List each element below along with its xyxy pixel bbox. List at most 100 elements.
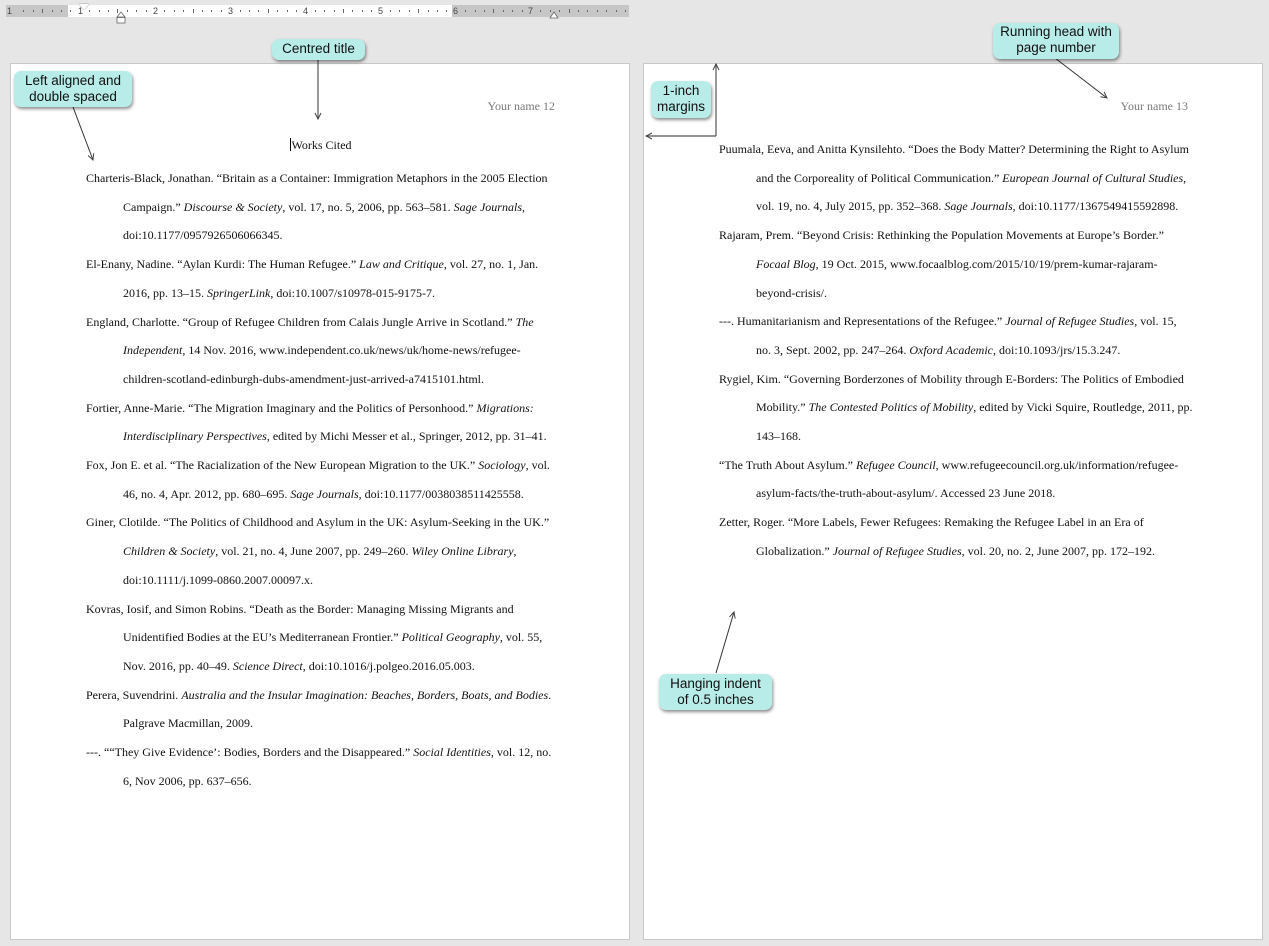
ruler-tick: [277, 10, 279, 12]
citation-italic-segment: Journal of Refugee Studies: [1005, 314, 1135, 329]
first-line-indent-marker[interactable]: [79, 4, 89, 10]
citation-italic-segment: Sage Journals: [453, 199, 522, 214]
ruler-tick: [296, 10, 297, 12]
ruler-tick: [427, 10, 429, 12]
citation-italic-segment: Journal of Refugee Studies: [832, 543, 962, 558]
ruler-tick: [587, 10, 589, 12]
citation-segment: Perera, Suvendrini.: [86, 687, 182, 702]
citation-entry: “The Truth About Asylum.” Refugee Counci…: [719, 451, 1193, 508]
ruler-number: 5: [378, 6, 384, 16]
callout-text: Running head with: [1000, 24, 1112, 39]
callout-text: Hanging indent: [670, 676, 761, 691]
citation-segment: , vol. 20, no. 2, June 2007, pp. 172–192…: [961, 543, 1155, 558]
citation-segment: , doi:10.1177/0038038511425558.: [358, 486, 524, 501]
citation-italic-segment: Discourse & Society: [183, 199, 283, 214]
callout-running-head: Running head with page number: [993, 23, 1119, 59]
ruler-tick: [625, 10, 626, 12]
citation-segment: “The Truth About Asylum.”: [719, 457, 857, 472]
callout-text: double spaced: [29, 89, 117, 104]
callout-text: Left aligned and: [24, 73, 122, 88]
ruler-tick: [615, 10, 617, 12]
ruler-tick: [484, 10, 485, 12]
citation-segment: , doi:10.1093/jrs/15.3.247.: [993, 342, 1121, 357]
ruler-left-margin: [6, 5, 68, 17]
ruler-tick: [211, 10, 213, 12]
ruler-tick: [51, 10, 53, 12]
ruler-tick: [352, 10, 354, 12]
citation-italic-segment: Australia and the Insular Imagination: B…: [181, 687, 549, 702]
ruler-tick: [408, 10, 410, 12]
citation-segment: ---. ““They Give Evidence’: Bodies, Bord…: [86, 745, 414, 760]
callout-text: margins: [657, 99, 706, 114]
ruler-tick: [314, 10, 316, 12]
ruler-tick: [521, 10, 523, 12]
ruler-tick: [98, 10, 100, 12]
ruler-tick: [540, 10, 542, 12]
citation-segment: , 19 Oct. 2015, www.focaalblog.com/2015/…: [756, 256, 1158, 300]
ruler-tick: [220, 10, 222, 12]
document-page-13[interactable]: Your name 13 Puumala, Eeva, and Anitta K…: [643, 63, 1263, 940]
citation-entry: Charteris-Black, Jonathan. “Britain as a…: [86, 164, 560, 250]
citation-italic-segment: Wiley Online Library: [411, 544, 514, 559]
ruler-tick: [23, 10, 25, 12]
horizontal-ruler[interactable]: 11234567: [6, 5, 629, 17]
ruler-tick: [371, 10, 373, 12]
ruler-tick: [502, 10, 504, 12]
ruler-tick: [192, 9, 194, 13]
citation-entry: Kovras, Iosif, and Simon Robins. “Death …: [86, 595, 560, 681]
callout-left-aligned: Left aligned and double spaced: [14, 71, 132, 107]
ruler-tick: [267, 9, 269, 13]
citation-italic-segment: Children & Society: [123, 544, 216, 559]
citation-italic-segment: Focaal Blog: [756, 256, 816, 271]
citation-italic-segment: Law and Critique: [359, 257, 444, 272]
ruler-tick: [568, 9, 570, 13]
ruler-tick: [474, 10, 476, 12]
citation-italic-segment: SpringerLink: [207, 285, 271, 300]
ruler-tick: [446, 10, 448, 12]
ruler-tick: [596, 10, 598, 12]
ruler-tick: [333, 10, 335, 12]
citation-italic-segment: European Journal of Cultural Studies: [1002, 170, 1184, 185]
callout-centred-title: Centred title: [272, 39, 365, 60]
document-page-12[interactable]: Your name 12 Works Cited Charteris-Black…: [10, 63, 630, 940]
citation-segment: El-Enany, Nadine. “Aylan Kurdi: The Huma…: [86, 257, 360, 272]
citation-segment: Fortier, Anne-Marie. “The Migration Imag…: [86, 400, 477, 415]
citation-entry: Fortier, Anne-Marie. “The Migration Imag…: [86, 394, 560, 451]
ruler-tick: [437, 10, 438, 12]
ruler-tick: [164, 10, 166, 12]
ruler-tick: [89, 10, 91, 12]
citation-italic-segment: Oxford Academic: [909, 342, 993, 357]
right-indent-marker[interactable]: [549, 11, 559, 19]
hanging-indent-marker[interactable]: [116, 11, 126, 24]
citation-italic-segment: Science Direct: [232, 658, 303, 673]
citation-entry: Rajaram, Prem. “Beyond Crisis: Rethinkin…: [719, 221, 1193, 307]
ruler-tick: [559, 10, 561, 12]
citation-segment: , edited by Michi Messer et al., Springe…: [266, 429, 547, 444]
ruler-tick: [286, 10, 288, 12]
ruler-number: 7: [528, 6, 534, 16]
ruler-tick: [493, 9, 495, 13]
title-text: Works Cited: [291, 138, 352, 152]
callout-text: page number: [1016, 40, 1096, 55]
ruler-tick: [32, 10, 34, 12]
ruler-tick: [136, 10, 138, 12]
citation-segment: , doi:10.1016/j.polgeo.2016.05.003.: [302, 658, 475, 673]
citation-segment: , vol. 21, no. 4, June 2007, pp. 249–260…: [215, 544, 412, 559]
ruler-tick: [324, 10, 326, 12]
ruler-tick: [239, 10, 241, 12]
citation-entry: England, Charlotte. “Group of Refugee Ch…: [86, 308, 560, 394]
citation-italic-segment: Social Identities: [413, 745, 491, 760]
citation-entry: Fox, Jon E. et al. “The Racialization of…: [86, 451, 560, 508]
citation-italic-segment: Sage Journals: [290, 486, 359, 501]
ruler-tick: [418, 9, 420, 13]
citation-segment: , vol. 17, no. 5, 2006, pp. 563–581.: [282, 199, 454, 214]
running-head: Your name 12: [487, 99, 555, 113]
ruler-tick: [202, 10, 203, 12]
citation-entry: Giner, Clotilde. “The Politics of Childh…: [86, 508, 560, 594]
citation-segment: Giner, Clotilde. “The Politics of Childh…: [86, 515, 550, 530]
citation-entry: ---. Humanitarianism and Representations…: [719, 307, 1193, 364]
ruler-tick: [42, 9, 44, 13]
ruler-tick: [145, 10, 147, 12]
citation-entry: ---. ““They Give Evidence’: Bodies, Bord…: [86, 738, 560, 795]
callout-hanging-indent: Hanging indent of 0.5 inches: [659, 674, 772, 710]
